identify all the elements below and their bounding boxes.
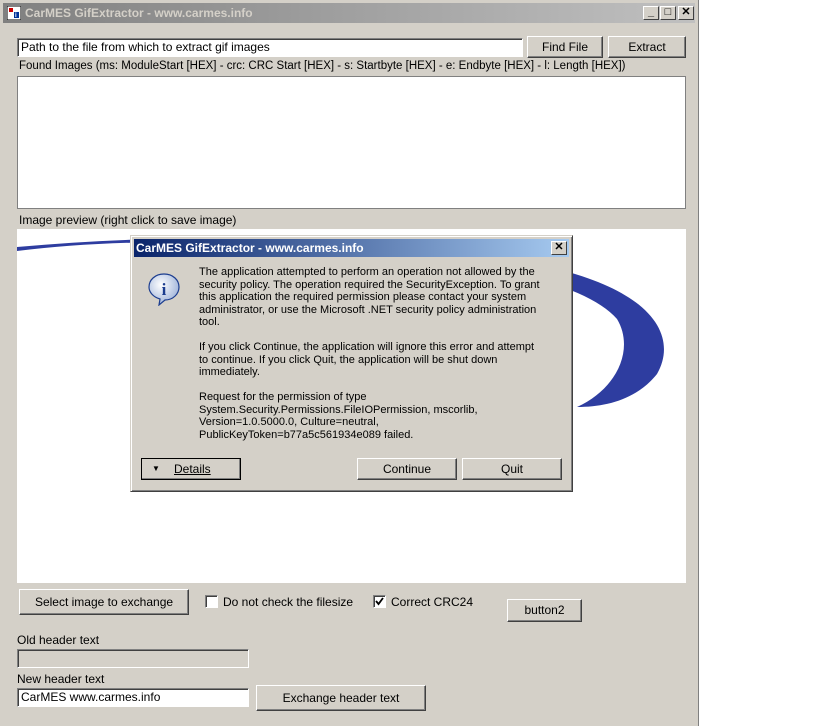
dialog-close-button[interactable]: ✕ xyxy=(551,241,567,255)
new-header-input[interactable]: CarMES www.carmes.info xyxy=(17,688,249,707)
no-check-filesize-checkbox[interactable] xyxy=(205,595,218,608)
found-images-label: Found Images (ms: ModuleStart [HEX] - cr… xyxy=(19,60,626,72)
svg-text:i: i xyxy=(162,280,167,299)
correct-crc24-label: Correct CRC24 xyxy=(391,595,474,609)
dialog-message-1: The application attempted to perform an … xyxy=(199,266,540,328)
info-icon: i xyxy=(148,273,180,306)
continue-button[interactable]: Continue xyxy=(357,458,457,480)
details-button[interactable]: ▼ Details xyxy=(141,458,241,480)
app-icon: i xyxy=(7,6,21,20)
maximize-button[interactable]: □ xyxy=(660,6,676,20)
dialog-message-2: If you click Continue, the application w… xyxy=(199,341,535,378)
details-label: Details xyxy=(174,462,211,476)
chevron-down-icon: ▼ xyxy=(152,464,160,473)
old-header-input[interactable] xyxy=(17,649,249,668)
dialog-message-3: Request for the permission of type Syste… xyxy=(199,391,478,441)
find-file-button[interactable]: Find File xyxy=(527,36,603,58)
correct-crc24-checkbox[interactable] xyxy=(373,595,386,608)
old-header-label: Old header text xyxy=(17,633,100,647)
new-header-label: New header text xyxy=(17,672,105,686)
security-exception-dialog: CarMES GifExtractor - www.carmes.info ✕ … xyxy=(130,235,573,492)
file-path-input[interactable]: Path to the file from which to extract g… xyxy=(17,38,523,57)
close-button[interactable]: ✕ xyxy=(678,6,694,20)
main-titlebar[interactable]: i CarMES GifExtractor - www.carmes.info … xyxy=(3,3,695,23)
no-check-filesize-label: Do not check the filesize xyxy=(223,595,354,609)
preview-label: Image preview (right click to save image… xyxy=(19,213,237,227)
select-image-button[interactable]: Select image to exchange xyxy=(19,589,189,615)
dialog-titlebar[interactable]: CarMES GifExtractor - www.carmes.info ✕ xyxy=(134,239,569,257)
window-title: CarMES GifExtractor - www.carmes.info xyxy=(25,6,253,20)
dialog-title: CarMES GifExtractor - www.carmes.info xyxy=(136,241,364,255)
button2[interactable]: button2 xyxy=(507,599,582,622)
extract-button[interactable]: Extract xyxy=(608,36,686,58)
found-images-list[interactable] xyxy=(17,76,686,209)
exchange-header-button[interactable]: Exchange header text xyxy=(256,685,426,711)
quit-button[interactable]: Quit xyxy=(462,458,562,480)
minimize-button[interactable]: _ xyxy=(643,6,659,20)
checkmark-icon xyxy=(375,597,384,606)
